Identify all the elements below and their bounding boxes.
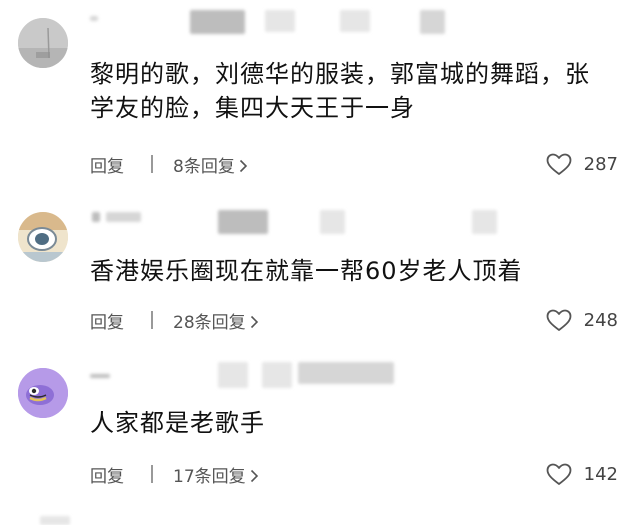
- chevron-right-icon: [250, 315, 258, 328]
- heart-outline-icon: [546, 463, 572, 485]
- view-replies-link[interactable]: 17条回复: [173, 462, 259, 487]
- avatar-image: [18, 212, 68, 262]
- avatar[interactable]: [18, 212, 68, 262]
- username-redacted: [106, 212, 141, 222]
- like-count: 248: [583, 309, 618, 331]
- username-redacted: [420, 10, 445, 34]
- comment-actions: 回复 8条回复 287: [90, 152, 618, 178]
- comment-text: 香港娱乐圈现在就靠一帮60岁老人顶着: [90, 257, 523, 285]
- like-button[interactable]: 287: [546, 150, 618, 178]
- replies-count-label: 8条回复: [173, 157, 235, 177]
- avatar[interactable]: [18, 18, 68, 68]
- username-redacted: [90, 374, 110, 378]
- username-redacted: [298, 362, 394, 384]
- reply-button[interactable]: 回复: [90, 462, 124, 487]
- username-redacted: [320, 210, 345, 234]
- username-redacted: [190, 10, 245, 34]
- like-count: 287: [583, 153, 618, 175]
- reply-button[interactable]: 回复: [90, 152, 124, 177]
- avatar-image: [18, 368, 68, 418]
- divider: [151, 155, 153, 173]
- username-redacted: [262, 362, 292, 388]
- chevron-right-icon: [239, 159, 247, 172]
- divider: [151, 311, 153, 329]
- username-redacted: [90, 16, 98, 21]
- comment-actions: 回复 28条回复 248: [90, 308, 618, 334]
- username-redacted: [92, 212, 100, 222]
- comment-actions: 回复 17条回复 142: [90, 462, 618, 488]
- like-count: 142: [583, 463, 618, 485]
- avatar[interactable]: [18, 368, 68, 418]
- comment-text: 黎明的歌，刘德华的服装，郭富城的舞蹈，张学友的脸，集四大天王于一身: [90, 60, 590, 122]
- username-redacted: [340, 10, 370, 32]
- heart-outline-icon: [546, 309, 572, 331]
- replies-count-label: 28条回复: [173, 313, 246, 333]
- avatar-image: [18, 18, 68, 68]
- comment-item: 黎明的歌，刘德华的服装，郭富城的舞蹈，张学友的脸，集四大天王于一身 回复 8条回…: [0, 0, 640, 185]
- heart-outline-icon: [546, 153, 572, 175]
- like-button[interactable]: 248: [546, 306, 618, 334]
- replies-count-label: 17条回复: [173, 467, 246, 487]
- reply-button[interactable]: 回复: [90, 308, 124, 333]
- view-replies-link[interactable]: 28条回复: [173, 308, 259, 333]
- view-replies-link[interactable]: 8条回复: [173, 152, 248, 177]
- comment-item: 人家都是老歌手 回复 17条回复 142: [0, 340, 640, 500]
- comment-item: 香港娱乐圈现在就靠一帮60岁老人顶着 回复 28条回复 248: [0, 185, 640, 340]
- comment-text: 人家都是老歌手: [90, 409, 265, 437]
- chevron-right-icon: [250, 469, 258, 482]
- next-comment-redacted: [40, 516, 70, 525]
- username-redacted: [472, 210, 497, 234]
- like-button[interactable]: 142: [546, 460, 618, 488]
- divider: [151, 465, 153, 483]
- username-redacted: [218, 362, 248, 388]
- username-redacted: [218, 210, 268, 234]
- username-redacted: [265, 10, 295, 32]
